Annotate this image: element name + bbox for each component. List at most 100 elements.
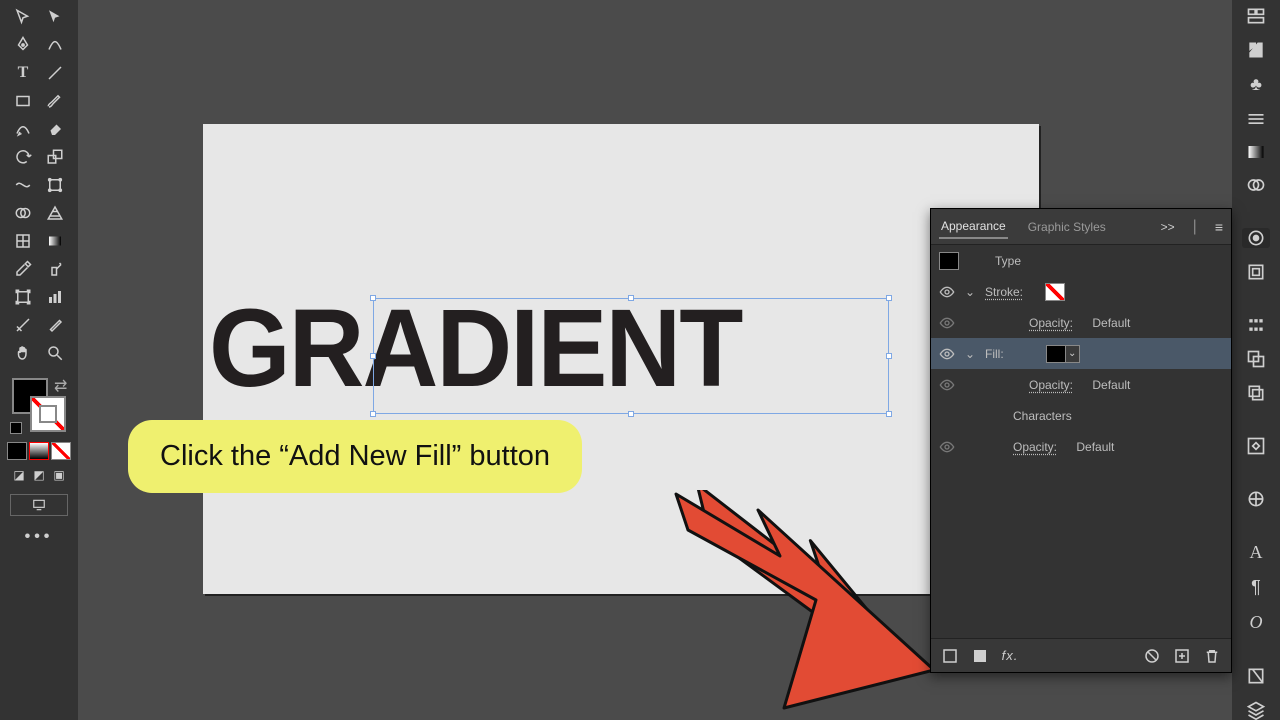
appearance-fill-opacity-row[interactable]: Opacity: Default [931,369,1231,400]
appearance-icon[interactable] [1242,228,1270,248]
visibility-toggle-icon[interactable] [939,284,955,300]
hand-tool[interactable] [8,340,38,366]
artboard-tool[interactable] [8,284,38,310]
handle-bottom-right[interactable] [886,411,892,417]
paragraph-icon[interactable]: ¶ [1242,577,1270,598]
visibility-toggle-icon[interactable] [939,439,955,455]
opacity-label[interactable]: Opacity: [1029,316,1073,330]
fill-label: Fill: [985,347,1004,361]
stroke-color[interactable] [30,396,66,432]
eraser-tool[interactable] [40,116,70,142]
collapse-panel-button[interactable]: >> [1161,220,1175,234]
color-icon[interactable]: ♣ [1242,74,1270,95]
handle-middle-right[interactable] [886,353,892,359]
shaper-tool[interactable] [8,116,38,142]
visibility-toggle-icon[interactable] [939,346,955,362]
transform-icon[interactable] [1242,383,1270,403]
edit-toolbar-button[interactable]: ••• [25,528,54,546]
libraries-icon[interactable] [1242,40,1270,60]
gradient-icon[interactable] [1242,143,1270,161]
delete-item-button[interactable] [1203,647,1221,665]
handle-top-left[interactable] [370,295,376,301]
artboard[interactable]: GRADIENT [203,124,1039,594]
expand-stroke-icon[interactable]: ⌄ [963,285,977,299]
draw-behind-icon[interactable]: ◩ [32,468,46,482]
visibility-toggle-icon[interactable] [939,315,955,331]
duplicate-item-button[interactable] [1173,647,1191,665]
fill-swatch[interactable] [1046,345,1066,363]
mesh-tool[interactable] [8,228,38,254]
brushes-icon[interactable] [1242,489,1270,509]
color-mode-gradient[interactable] [29,442,49,460]
clear-appearance-button[interactable] [1143,647,1161,665]
appearance-type-row[interactable]: Type [931,245,1231,276]
appearance-stroke-row[interactable]: ⌄ Stroke: [931,276,1231,307]
opentype-icon[interactable]: O [1242,612,1270,633]
transparency-icon[interactable] [1242,175,1270,195]
appearance-characters-row[interactable]: Characters [931,400,1231,431]
blob-brush-tool[interactable] [40,312,70,338]
zoom-tool[interactable] [40,340,70,366]
perspective-grid-tool[interactable] [40,200,70,226]
draw-normal-icon[interactable]: ◪ [12,468,26,482]
brush-tool[interactable] [40,88,70,114]
appearance-stroke-opacity-row[interactable]: Opacity: Default [931,307,1231,338]
selection-tool[interactable] [8,4,38,30]
handle-top-middle[interactable] [628,295,634,301]
visibility-toggle-icon[interactable] [939,377,955,393]
opacity-label[interactable]: Opacity: [1013,440,1057,454]
symbol-sprayer-tool[interactable] [40,256,70,282]
pathfinder-icon[interactable] [1242,349,1270,369]
appearance-object-opacity-row[interactable]: Opacity: Default [931,431,1231,462]
default-colors-icon[interactable] [10,422,22,434]
graphic-styles-icon[interactable] [1242,262,1270,282]
color-mode-solid[interactable] [7,442,27,460]
panel-menu-button[interactable]: ≡ [1215,219,1223,235]
stroke-label[interactable]: Stroke: [985,285,1023,299]
fill-swatch-dropdown[interactable]: ⌄ [1066,345,1080,363]
lines-icon[interactable] [1242,109,1270,129]
shape-builder-tool[interactable] [8,200,38,226]
column-graph-tool[interactable] [40,284,70,310]
handle-middle-left[interactable] [370,353,376,359]
pen-tool[interactable] [8,32,38,58]
opacity-label[interactable]: Opacity: [1029,378,1073,392]
expand-fill-icon[interactable]: ⌄ [963,347,977,361]
eyedropper-tool[interactable] [8,256,38,282]
type-tool[interactable]: T [8,60,38,86]
tab-appearance[interactable]: Appearance [939,215,1008,239]
curvature-tool[interactable] [40,32,70,58]
appearance-fill-row[interactable]: ⌄ Fill: ⌄ [931,338,1231,369]
right-dock: ♣ A ¶ O [1232,0,1280,720]
layers-icon[interactable] [1242,700,1270,720]
selection-bounding-box[interactable] [373,298,889,414]
instruction-callout: Click the “Add New Fill” button [128,420,582,493]
symbols-icon[interactable] [1242,436,1270,456]
tab-graphic-styles[interactable]: Graphic Styles [1026,216,1108,238]
rectangle-tool[interactable] [8,88,38,114]
direct-selection-tool[interactable] [40,4,70,30]
slice-tool[interactable] [8,312,38,338]
add-new-effect-button[interactable]: fx. [1001,647,1019,665]
screen-mode-button[interactable] [10,494,68,516]
gradient-tool[interactable] [40,228,70,254]
align-icon[interactable] [1242,315,1270,335]
add-new-stroke-button[interactable] [941,647,959,665]
draw-inside-icon[interactable]: ▣ [52,468,66,482]
rotate-tool[interactable] [8,144,38,170]
swap-fill-stroke-icon[interactable]: ⇄ [54,376,68,390]
fill-stroke-swatch[interactable]: ⇄ [8,374,70,436]
width-tool[interactable] [8,172,38,198]
links-icon[interactable] [1242,666,1270,686]
add-new-fill-button[interactable] [971,647,989,665]
line-tool[interactable] [40,60,70,86]
color-mode-none[interactable] [51,442,71,460]
handle-bottom-left[interactable] [370,411,376,417]
free-transform-tool[interactable] [40,172,70,198]
stroke-swatch[interactable] [1045,283,1065,301]
handle-top-right[interactable] [886,295,892,301]
character-icon[interactable]: A [1242,542,1270,563]
properties-icon[interactable] [1242,6,1270,26]
scale-tool[interactable] [40,144,70,170]
handle-bottom-middle[interactable] [628,411,634,417]
